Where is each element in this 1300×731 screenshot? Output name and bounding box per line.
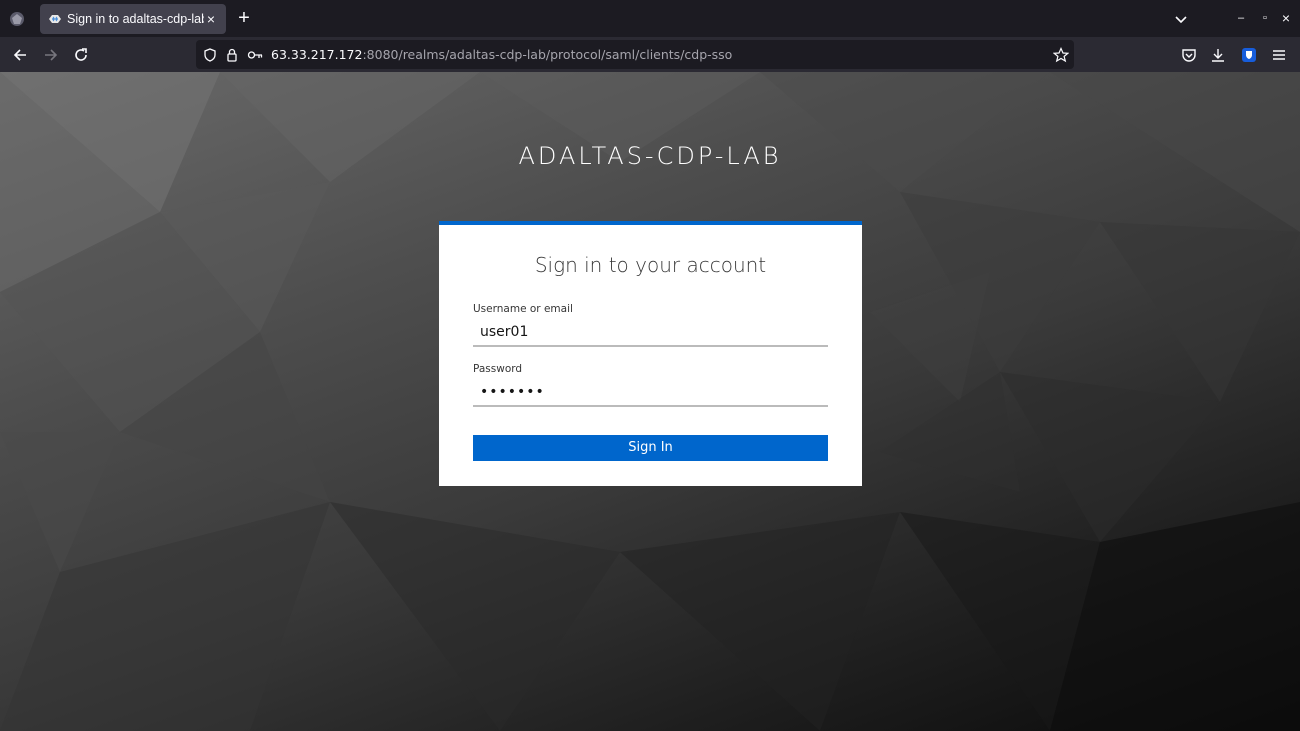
new-tab-button[interactable]: + [234,8,254,29]
chevron-down-icon[interactable] [1173,11,1189,27]
hamburger-menu-icon[interactable] [1270,46,1288,64]
card-title: Sign in to your account [534,253,767,277]
login-card: Sign in to your account Username or emai… [439,221,862,486]
login-page: ADALTAS-CDP-LAB Sign in to your account … [0,72,1300,731]
bitwarden-shield-icon[interactable] [1240,46,1258,64]
username-input[interactable] [473,319,828,347]
url-bar[interactable]: 63.33.217.172:8080/realms/adaltas-cdp-la… [196,40,1074,69]
lock-icon[interactable] [224,47,240,63]
navigation-toolbar: 63.33.217.172:8080/realms/adaltas-cdp-la… [0,37,1300,72]
shield-icon[interactable] [202,47,218,63]
username-label: Username or email [473,303,573,315]
url-host: 63.33.217.172 [271,47,363,62]
keycloak-favicon-icon [48,13,62,25]
password-input[interactable] [473,379,828,407]
close-window-button[interactable]: × [1279,11,1293,25]
password-label: Password [473,363,523,375]
tab-close-icon[interactable]: × [204,12,218,26]
back-arrow-icon[interactable] [11,46,29,64]
tab-strip: Sign in to adaltas-cdp-lab × + – ▫ × [0,0,1300,37]
tab-active[interactable]: Sign in to adaltas-cdp-lab × [40,4,226,34]
pocket-icon[interactable] [1180,46,1198,64]
url-path: :8080/realms/adaltas-cdp-lab/protocol/sa… [362,47,733,62]
star-icon[interactable] [1053,47,1069,63]
key-icon[interactable] [247,47,263,63]
restore-button[interactable]: ▫ [1258,11,1272,25]
realm-title: ADALTAS-CDP-LAB [518,142,782,170]
download-icon[interactable] [1209,46,1227,64]
forward-arrow-icon[interactable] [42,46,60,64]
sign-in-button[interactable]: Sign In [473,435,828,461]
tab-title: Sign in to adaltas-cdp-lab [67,12,204,26]
firefox-icon[interactable] [9,11,25,27]
url-text[interactable]: 63.33.217.172:8080/realms/adaltas-cdp-la… [271,47,732,62]
reload-icon[interactable] [72,46,90,64]
minimize-button[interactable]: – [1234,11,1248,25]
